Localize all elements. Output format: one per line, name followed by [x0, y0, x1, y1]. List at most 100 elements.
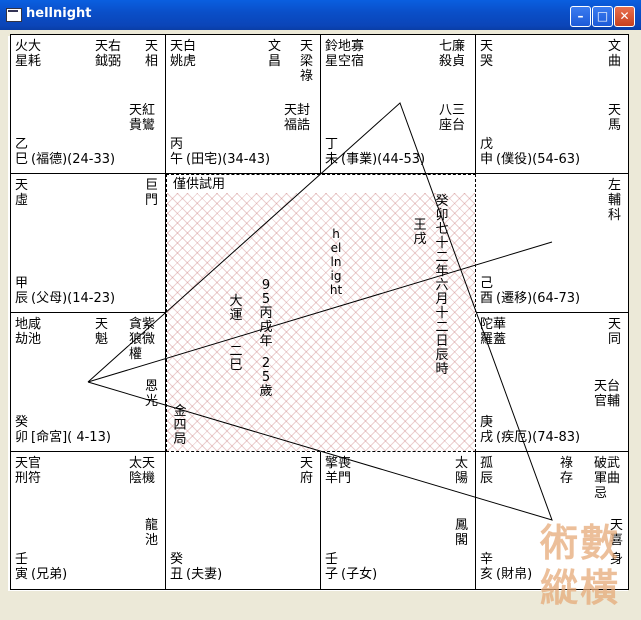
stars-left: 地咸: [15, 317, 42, 332]
minor-stars: 鳳 閣: [455, 518, 469, 548]
stars-right: 天: [300, 456, 314, 471]
stars-left-2: 虛: [15, 193, 29, 208]
palace-stem: 丙: [170, 137, 184, 152]
palace-stem: 壬: [15, 552, 29, 567]
minor-stars: 天 馬: [608, 103, 622, 133]
fortune-label: 大運: [229, 294, 243, 323]
stars-right-2: 門: [145, 193, 159, 208]
stars-left: 擎喪: [325, 456, 352, 471]
minor-stars: 天紅 貴鸞: [129, 103, 156, 133]
stars-right: 巨: [145, 178, 159, 193]
stars-right: 貪紫: [129, 317, 156, 332]
palace-stem: 丁: [325, 137, 339, 152]
close-button[interactable]: ✕: [614, 6, 635, 27]
stars-left-2: 辰: [480, 471, 494, 486]
palace-stem: 癸: [170, 552, 184, 567]
stars-right-2: 相: [145, 54, 159, 69]
stars-right-2: 輔: [608, 193, 622, 208]
stars-left-2: 刑符: [15, 471, 42, 486]
stars-right: 七廉: [439, 39, 466, 54]
stars-left: 孤: [480, 456, 494, 471]
stars-right-2: 陰機: [129, 471, 156, 486]
palace-label: (夫妻): [186, 567, 223, 582]
stars-right-2: 陽: [455, 471, 469, 486]
stars-left-2: 羅蓋: [480, 332, 507, 347]
palace-branch: 卯: [15, 430, 29, 445]
palace-label: (兄弟): [31, 567, 68, 582]
stars-right: 天: [608, 317, 622, 332]
palace-stem: 戊: [480, 137, 494, 152]
stars-mid-2: 昌: [268, 54, 282, 69]
stars-left-2: 星耗: [15, 54, 42, 69]
fortune-year: 95丙戌年: [259, 278, 273, 349]
stars-mid-2: 魁: [95, 332, 109, 347]
birth-datetime: 癸卯七十二年六月十二日辰時: [435, 194, 449, 377]
palace-stem: 癸: [15, 415, 29, 430]
palace-label: (父母)(14-23): [31, 291, 116, 306]
stars-mid: 文: [268, 39, 282, 54]
stars-mid: 天: [95, 317, 109, 332]
stars-right-2: 殺貞: [439, 54, 466, 69]
stars-right: 左: [608, 178, 622, 193]
stars-right: 天: [300, 39, 314, 54]
minor-stars: 天台 官輔: [594, 379, 621, 409]
watermark-seal: 術數 縱橫: [540, 520, 636, 610]
palace-branch: 寅: [15, 567, 29, 582]
stars-right-2: 狼微 權: [129, 332, 156, 362]
stars-right: 天: [145, 39, 159, 54]
palace-branch: 午: [170, 152, 184, 167]
year-pillar: 王戌: [413, 218, 427, 247]
minimize-button[interactable]: –: [570, 6, 591, 27]
fortune-branch: 二巳: [229, 344, 243, 373]
hatched-area: [167, 193, 475, 451]
palace-stem: 壬: [325, 552, 339, 567]
palace-cell-wei: 鈴地寡 星空宿 七廉 殺貞 八三 座台 丁 未 (事業)(44-53): [320, 34, 476, 174]
palace-cell-yin: 天官 刑符 太天 陰機 龍 池 壬 寅 (兄弟): [10, 451, 166, 590]
fortune-age: 25歲: [259, 356, 273, 399]
palace-label: (田宅)(34-43): [186, 152, 271, 167]
palace-branch: 戌: [480, 430, 494, 445]
stars-left-2: 劫池: [15, 332, 42, 347]
element-bureau: 金四局: [173, 404, 187, 447]
stars-right-2: 同: [608, 332, 622, 347]
maximize-button[interactable]: □: [592, 6, 613, 27]
minor-stars: 天封 福誥: [284, 103, 311, 133]
palace-stem: 乙: [15, 137, 29, 152]
trial-notice: 僅供試用: [173, 177, 226, 192]
palace-stem: 辛: [480, 552, 494, 567]
chart-name: hellnight: [329, 227, 343, 297]
palace-branch: 辰: [15, 291, 29, 306]
stars-left: 天: [15, 178, 29, 193]
stars-left: 天白: [170, 39, 197, 54]
palace-branch: 未: [325, 152, 339, 167]
palace-cell-wu: 天白 姚虎 文 昌 天 梁 祿 天封 福誥 丙 午 (田宅)(34-43): [165, 34, 321, 174]
palace-branch: 巳: [15, 152, 29, 167]
palace-cell-shen: 天 哭 文 曲 天 馬 戊 申 (僕役)(54-63): [475, 34, 629, 174]
stars-left: 鈴地寡: [325, 39, 365, 54]
stars-right-2: 軍曲 忌: [594, 471, 621, 501]
stars-left: 天官: [15, 456, 42, 471]
stars-right-2: 曲: [608, 54, 622, 69]
palace-branch: 酉: [480, 291, 494, 306]
palace-branch: 亥: [480, 567, 494, 582]
palace-branch: 丑: [170, 567, 184, 582]
palace-branch: 子: [325, 567, 339, 582]
palace-branch: 申: [480, 152, 494, 167]
stars-left-2: 哭: [480, 54, 494, 69]
palace-cell-xu: 陀華 羅蓋 天 同 天台 官輔 庚 戌 (疾厄)(74-83): [475, 312, 629, 452]
palace-label: [命宮]( 4-13): [31, 430, 111, 445]
stars-mid: 祿: [560, 456, 574, 471]
palace-label: (僕役)(54-63): [496, 152, 581, 167]
stars-left: 火大: [15, 39, 42, 54]
stars-right-2: 梁 祿: [300, 54, 314, 84]
palace-stem: 甲: [15, 276, 29, 291]
palace-cell-you: 左 輔 科 己 酉 (遷移)(64-73): [475, 173, 629, 313]
window-title: hellnight: [26, 6, 92, 21]
palace-cell-zi: 擎喪 羊門 太 陽 鳳 閣 壬 子 (子女): [320, 451, 476, 590]
stars-left: 天: [480, 39, 494, 54]
palace-stem: 己: [480, 276, 494, 291]
palace-label: (福德)(24-33): [31, 152, 116, 167]
stars-left-2: 羊門: [325, 471, 352, 486]
app-icon[interactable]: [6, 8, 22, 22]
stars-left: 陀華: [480, 317, 507, 332]
